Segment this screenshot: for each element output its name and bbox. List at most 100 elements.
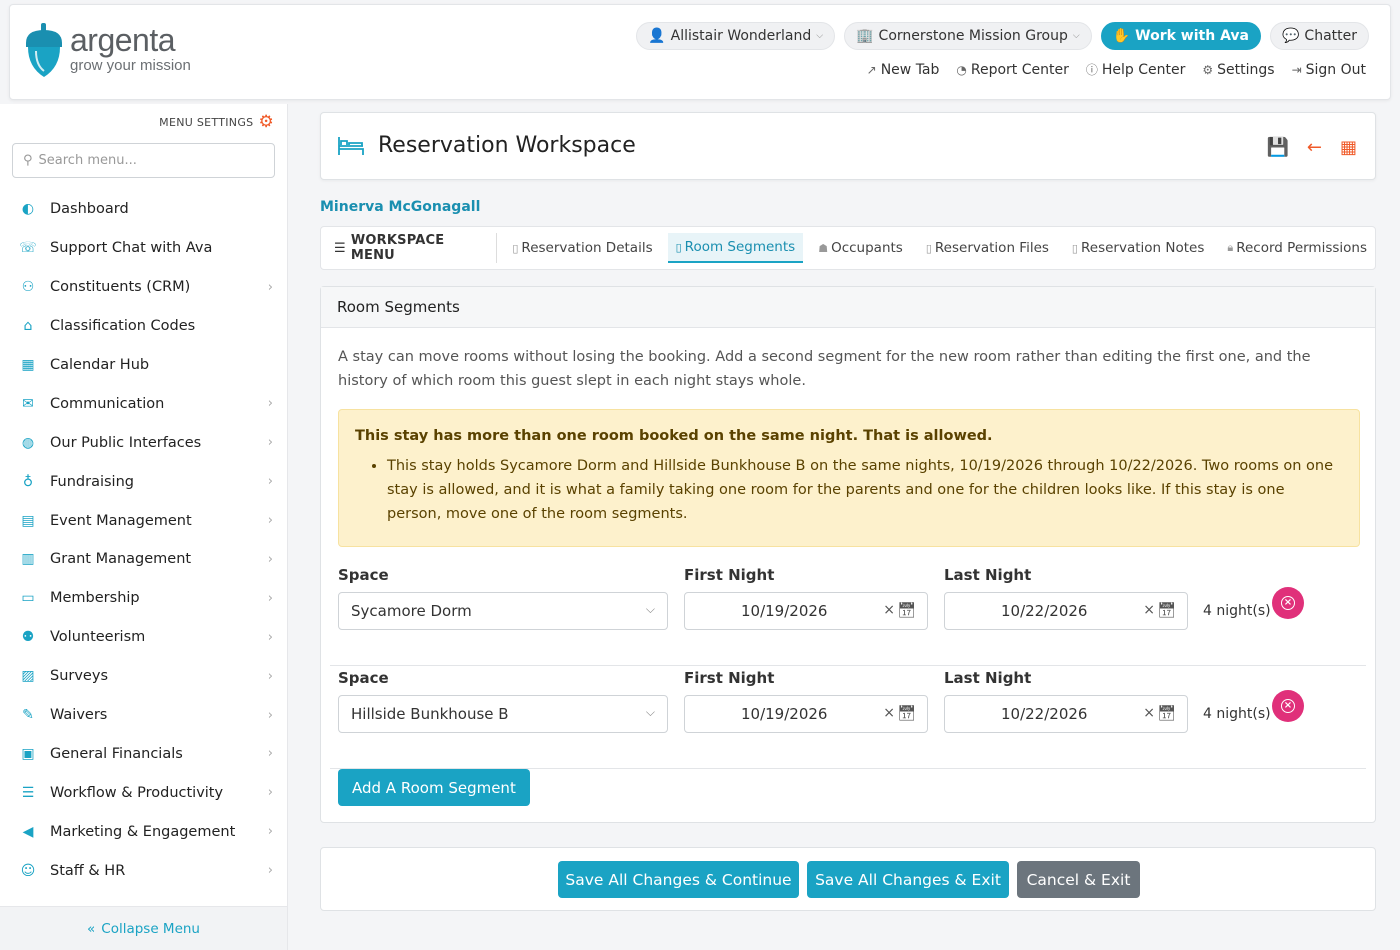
tab-label: Reservation Details bbox=[521, 240, 653, 256]
tab-room-segments[interactable]: ▯ Room Segments bbox=[667, 233, 804, 263]
chevron-right-icon: › bbox=[267, 279, 273, 295]
clear-icon[interactable]: × bbox=[883, 602, 895, 618]
save-continue-button[interactable]: Save All Changes & Continue bbox=[558, 861, 799, 898]
building-icon: 🏢 bbox=[856, 28, 874, 44]
remove-segment-button[interactable]: × bbox=[1272, 690, 1304, 722]
first-night-input[interactable]: 10/19/2026 × 📅︎ bbox=[684, 695, 928, 733]
chevron-right-icon: › bbox=[267, 551, 273, 567]
org-menu[interactable]: 🏢 Cornerstone Mission Group ⌵ bbox=[844, 22, 1092, 50]
sidebar-item-classification-codes[interactable]: ⌂ Classification Codes bbox=[0, 307, 287, 346]
clear-icon[interactable]: × bbox=[1143, 602, 1155, 618]
sidebar-item-communication[interactable]: ✉ Communication › bbox=[0, 384, 287, 423]
warning-alert: This stay has more than one room booked … bbox=[338, 409, 1360, 547]
sidebar-item-surveys[interactable]: ▨ Surveys › bbox=[0, 657, 287, 696]
sidebar-item-workflow-productivity[interactable]: ☰ Workflow & Productivity › bbox=[0, 773, 287, 812]
calendar-icon[interactable]: 📅︎ bbox=[897, 704, 916, 722]
sidebar-item-volunteerism[interactable]: ⚉ Volunteerism › bbox=[0, 618, 287, 657]
calendar-icon[interactable]: 📅︎ bbox=[1157, 601, 1176, 619]
work-with-ava-button[interactable]: ✋ Work with Ava bbox=[1100, 22, 1261, 50]
chevron-right-icon: › bbox=[267, 785, 273, 801]
sidebar-item-dashboard[interactable]: ◐ Dashboard bbox=[0, 190, 287, 229]
chevron-down-icon: ⌵ bbox=[645, 602, 655, 616]
sidebar-item-calendar-hub[interactable]: ▦ Calendar Hub bbox=[0, 346, 287, 385]
workspace-menu-button[interactable]: ☰ WORKSPACE MENU bbox=[334, 233, 498, 263]
signout-label: Sign Out bbox=[1305, 61, 1366, 78]
argenta-logo[interactable]: argenta grow your mission bbox=[24, 21, 191, 79]
chevron-right-icon: › bbox=[267, 474, 273, 490]
sidebar-item-constituents-crm[interactable]: ⚇ Constituents (CRM) › bbox=[0, 268, 287, 307]
report-center-link[interactable]: ◔ Report Center bbox=[956, 61, 1068, 78]
tab-reservation-details[interactable]: ▯ Reservation Details bbox=[504, 234, 660, 262]
chevron-down-icon: ⌵ bbox=[1072, 31, 1080, 41]
tag-icon: ⌂ bbox=[23, 318, 33, 335]
room-segment-row: Space First Night Last Night Sycamore Do… bbox=[330, 566, 1366, 666]
sidebar-item-staff-hr[interactable]: ☺ Staff & HR › bbox=[0, 851, 287, 890]
question-icon: ⓘ bbox=[1085, 63, 1098, 77]
sidebar-item-label: Marketing & Engagement bbox=[50, 823, 236, 840]
people-icon: ☗ bbox=[818, 241, 829, 255]
footer-actions: Save All Changes & Continue Save All Cha… bbox=[320, 847, 1376, 911]
org-name: Cornerstone Mission Group bbox=[878, 28, 1068, 44]
sidebar-item-marketing-engagement[interactable]: ◀ Marketing & Engagement › bbox=[0, 812, 287, 851]
first-night-input[interactable]: 10/19/2026 × 📅︎ bbox=[684, 592, 928, 630]
last-night-input[interactable]: 10/22/2026 × 📅︎ bbox=[944, 695, 1188, 733]
sidebar-item-fundraising[interactable]: ♁ Fundraising › bbox=[0, 462, 287, 501]
help-center-link[interactable]: ⓘ Help Center bbox=[1086, 61, 1186, 78]
new-tab-link[interactable]: ↗ New Tab bbox=[867, 61, 940, 78]
remove-segment-button[interactable]: × bbox=[1272, 587, 1304, 619]
ava-label: Work with Ava bbox=[1135, 28, 1249, 44]
space-select[interactable]: Sycamore Dorm ⌵ bbox=[338, 592, 668, 630]
constituent-name-link[interactable]: Minerva McGonagall bbox=[320, 199, 480, 215]
space-label: Space bbox=[338, 566, 389, 584]
search-menu-input[interactable]: ⚲ Search menu... bbox=[12, 143, 275, 178]
sidebar-item-label: Communication bbox=[50, 395, 165, 412]
sidebar-item-event-management[interactable]: ▤ Event Management › bbox=[0, 501, 287, 540]
workflow-icon: ☰ bbox=[21, 784, 35, 801]
add-room-segment-button[interactable]: Add A Room Segment bbox=[338, 769, 530, 806]
space-select[interactable]: Hillside Bunkhouse B ⌵ bbox=[338, 695, 668, 733]
tab-label: Room Segments bbox=[684, 239, 796, 255]
survey-icon: ▨ bbox=[21, 668, 35, 685]
save-icon[interactable]: 💾 bbox=[1266, 137, 1288, 158]
menu-settings-button[interactable]: MENU SETTINGS ⚙ bbox=[159, 112, 274, 132]
door-icon: ▯ bbox=[675, 240, 682, 254]
tab-occupants[interactable]: ☗ Occupants bbox=[810, 234, 911, 262]
nights-count: 4 night(s) bbox=[1203, 706, 1271, 722]
last-night-input[interactable]: 10/22/2026 × 📅︎ bbox=[944, 592, 1188, 630]
clear-icon[interactable]: × bbox=[883, 705, 895, 721]
sidebar-item-support-chat-with-ava[interactable]: ☏ Support Chat with Ava bbox=[0, 229, 287, 268]
tab-reservation-files[interactable]: ▯ Reservation Files bbox=[918, 234, 1057, 262]
sidebar-item-label: Fundraising bbox=[50, 473, 134, 490]
chatter-button[interactable]: 💬 Chatter bbox=[1269, 22, 1369, 50]
space-label: Space bbox=[338, 669, 389, 687]
first-night-value: 10/19/2026 bbox=[741, 602, 828, 620]
tab-record-permissions[interactable]: 🔒︎ Record Permissions bbox=[1219, 234, 1375, 262]
calendar-icon[interactable]: 📅︎ bbox=[897, 601, 916, 619]
volunteer-icon: ⚉ bbox=[21, 629, 35, 646]
back-arrow-icon[interactable]: ← bbox=[1307, 137, 1322, 158]
sidebar-item-general-financials[interactable]: ▣ General Financials › bbox=[0, 734, 287, 773]
chat-bubbles-icon: 💬 bbox=[1281, 28, 1300, 44]
file-icon: ▯ bbox=[925, 241, 932, 255]
calendar-icon[interactable]: 📅︎ bbox=[1157, 704, 1176, 722]
page-scrollbar[interactable] bbox=[1390, 104, 1400, 950]
grid-menu-icon[interactable]: ▦ bbox=[1340, 137, 1357, 158]
collapse-menu-button[interactable]: « Collapse Menu bbox=[0, 906, 287, 950]
sidebar-item-waivers[interactable]: ✎ Waivers › bbox=[0, 696, 287, 735]
user-menu[interactable]: 👤 Allistair Wonderland ⌵ bbox=[636, 22, 836, 50]
settings-link[interactable]: ⚙ Settings bbox=[1202, 61, 1274, 78]
last-night-value: 10/22/2026 bbox=[1001, 705, 1088, 723]
sidebar-item-membership[interactable]: ▭ Membership › bbox=[0, 579, 287, 618]
save-exit-button[interactable]: Save All Changes & Exit bbox=[807, 861, 1009, 898]
sidebar-nav: ◐ Dashboard ☏ Support Chat with Ava ⚇ Constit… bbox=[0, 190, 287, 890]
tab-reservation-notes[interactable]: ▯ Reservation Notes bbox=[1064, 234, 1212, 262]
sidebar-item-grant-management[interactable]: ▥ Grant Management › bbox=[0, 540, 287, 579]
chat-icon: ☏ bbox=[19, 240, 37, 257]
close-circle-icon: × bbox=[1281, 699, 1295, 713]
sign-out-link[interactable]: ⇥ Sign Out bbox=[1292, 61, 1366, 78]
sidebar-item-our-public-interfaces[interactable]: ◍ Our Public Interfaces › bbox=[0, 423, 287, 462]
hamburger-icon: ☰ bbox=[334, 240, 346, 256]
clear-icon[interactable]: × bbox=[1143, 705, 1155, 721]
sidebar-item-label: Staff & HR bbox=[50, 862, 126, 879]
cancel-exit-button[interactable]: Cancel & Exit bbox=[1017, 861, 1140, 898]
